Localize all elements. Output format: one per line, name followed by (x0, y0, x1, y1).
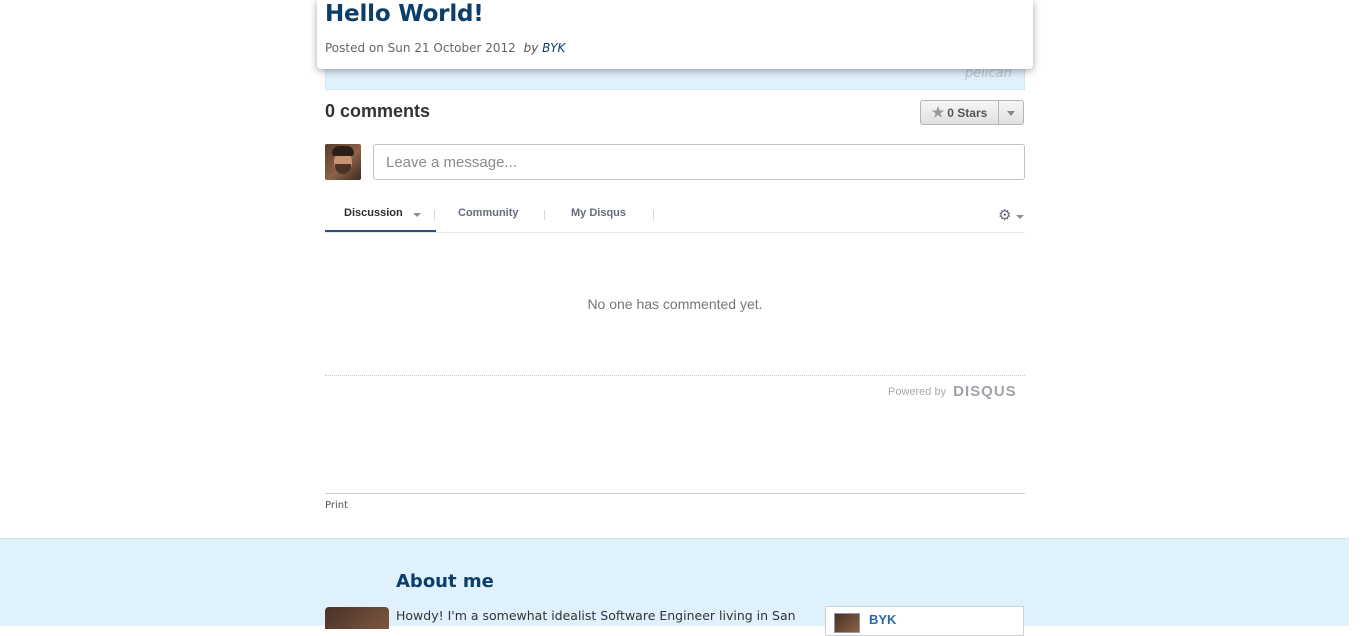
post-title[interactable]: Hello World! (325, 1, 484, 27)
tab-community[interactable]: Community (458, 207, 519, 219)
about-avatar (325, 607, 389, 629)
message-input[interactable] (373, 144, 1025, 180)
posted-date: Posted on Sun 21 October 2012 (325, 41, 516, 55)
tab-discussion[interactable]: Discussion (344, 207, 403, 219)
active-tab-indicator (325, 230, 436, 232)
avatar[interactable] (325, 144, 361, 180)
by-label: by (523, 41, 539, 55)
star-icon: ★ (931, 104, 945, 120)
about-title: About me (396, 571, 494, 592)
divider (325, 375, 1025, 376)
divider (325, 493, 1025, 494)
tab-my-disqus[interactable]: My Disqus (571, 207, 626, 219)
star-dropdown-button[interactable] (998, 101, 1023, 124)
about-text: Howdy! I'm a somewhat idealist Software … (396, 608, 796, 623)
powered-by-label: Powered by (888, 386, 947, 398)
profile-card[interactable]: BYK (825, 606, 1024, 636)
tab-separator (653, 210, 654, 220)
powered-by[interactable]: Powered by DISQUS (888, 383, 1017, 400)
about-section: About me Howdy! I'm a somewhat idealist … (0, 538, 1349, 636)
disqus-logo: DISQUS (953, 383, 1017, 400)
scrollbar[interactable] (1349, 0, 1366, 625)
print-link[interactable]: Print (325, 500, 348, 511)
chevron-down-icon (1006, 110, 1015, 116)
tab-separator (434, 210, 435, 220)
gear-icon[interactable]: ⚙ (998, 208, 1011, 224)
post-meta: Posted on Sun 21 October 2012 by BYK (325, 41, 565, 55)
comments-count: 0 comments (325, 101, 431, 121)
chevron-down-icon[interactable] (1016, 215, 1024, 219)
star-count-label: 0 Stars (947, 106, 988, 120)
empty-comments-message: No one has commented yet. (587, 296, 763, 312)
tab-separator (544, 210, 545, 220)
post-header-card: Hello World! Posted on Sun 21 October 20… (317, 0, 1033, 69)
profile-avatar (834, 613, 860, 633)
disqus-tabs: Discussion Community My Disqus ⚙ (325, 200, 1025, 233)
star-button-group: ★ 0 Stars (920, 100, 1024, 125)
author-link[interactable]: BYK (542, 41, 565, 55)
chevron-down-icon[interactable] (413, 213, 421, 217)
star-button[interactable]: ★ 0 Stars (921, 101, 999, 124)
